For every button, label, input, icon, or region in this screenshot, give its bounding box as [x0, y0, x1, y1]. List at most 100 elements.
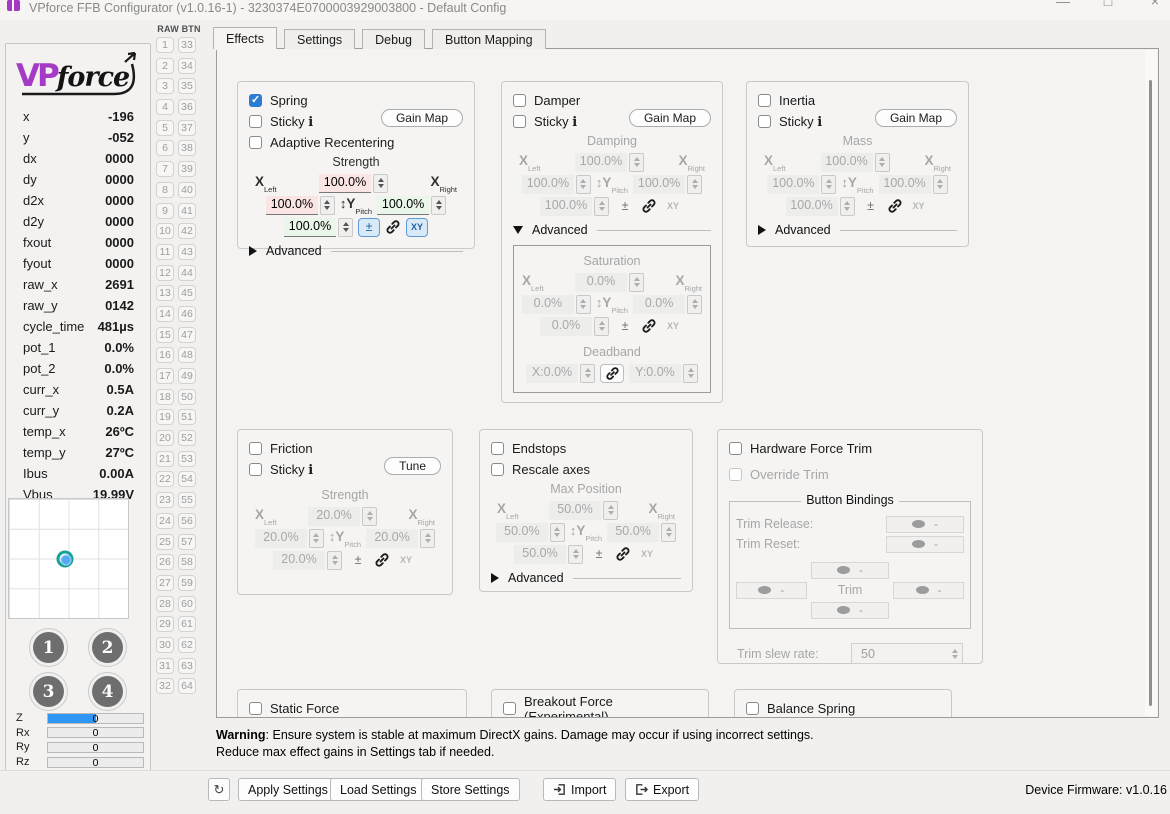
plus-minus-button[interactable]: ± — [614, 317, 636, 336]
tab-button-mapping[interactable]: Button Mapping — [432, 29, 546, 49]
endstops-top-spinner[interactable]: 50.0% — [549, 500, 618, 520]
spring-adaptive-row[interactable]: Adaptive Recentering — [249, 132, 463, 153]
rescale-axes-checkbox[interactable] — [491, 463, 504, 476]
spring-sticky-checkbox[interactable] — [249, 115, 262, 128]
xy-button[interactable]: XY — [908, 197, 930, 216]
spring-checkbox[interactable] — [249, 93, 262, 107]
damper-sticky-checkbox[interactable] — [513, 115, 526, 128]
rescale-axes-row[interactable]: Rescale axes — [491, 459, 681, 480]
scrollbar-thumb[interactable] — [1149, 80, 1152, 706]
endstops-advanced-toggle[interactable]: Advanced — [491, 569, 681, 587]
xy-button[interactable]: XY — [636, 545, 658, 564]
hw-trim-checkbox[interactable] — [729, 442, 742, 455]
endstops-right-spinner[interactable]: 50.0% — [607, 522, 677, 542]
endstops-left-spinner[interactable]: 50.0% — [495, 522, 565, 542]
spring-enable-row[interactable]: Spring — [249, 90, 463, 111]
spring-strength-top-spinner[interactable]: 100.0% — [319, 173, 388, 193]
maximize-icon[interactable]: □ — [1098, 0, 1118, 13]
trim-down-binding-button[interactable]: - — [811, 601, 889, 619]
plus-minus-button[interactable]: ± — [358, 217, 380, 237]
friction-right-spinner[interactable]: 20.0% — [366, 528, 436, 548]
plus-minus-button[interactable]: ± — [614, 197, 636, 216]
friction-top-spinner[interactable]: 20.0% — [308, 506, 377, 526]
xy-button[interactable]: XY — [662, 317, 684, 336]
override-trim-checkbox[interactable] — [729, 468, 742, 481]
deadband-x-spinner[interactable]: X:0.0% — [526, 363, 595, 383]
minimize-icon[interactable]: — — [1053, 0, 1073, 13]
trim-slew-spinner[interactable]: 50 — [851, 643, 963, 664]
damper-top-spinner[interactable]: 100.0% — [575, 152, 644, 172]
damper-checkbox[interactable] — [513, 94, 526, 107]
saturation-top-spinner[interactable]: 0.0% — [575, 272, 644, 292]
friction-bottom-spinner[interactable]: 20.0% — [273, 550, 342, 570]
spring-strength-left-spinner[interactable]: 100.0% — [265, 195, 335, 215]
spring-advanced-toggle[interactable]: Advanced — [249, 242, 463, 260]
xy-button[interactable]: XY — [662, 197, 684, 216]
xy-button[interactable]: XY — [406, 217, 428, 237]
spinner-arrows-icon[interactable] — [338, 217, 353, 237]
xy-button[interactable]: XY — [395, 551, 417, 570]
friction-checkbox[interactable] — [249, 442, 262, 455]
endstops-checkbox[interactable] — [491, 442, 504, 455]
damper-gain-map-button[interactable]: Gain Map — [628, 109, 711, 127]
friction-enable-row[interactable]: Friction — [249, 438, 441, 459]
tab-debug[interactable]: Debug — [362, 29, 425, 49]
deadband-link-button[interactable] — [600, 363, 624, 383]
balance-spring-row[interactable]: Balance Spring — [746, 698, 940, 717]
saturation-bottom-spinner[interactable]: 0.0% — [540, 316, 609, 336]
saturation-left-spinner[interactable]: 0.0% — [521, 294, 591, 314]
inertia-bottom-spinner[interactable]: 100.0% — [785, 196, 855, 216]
link-axes-icon[interactable] — [374, 552, 390, 568]
spring-strength-bottom-spinner[interactable]: 100.0% — [284, 217, 353, 237]
static-force-row[interactable]: Static Force — [249, 698, 455, 717]
store-settings-button[interactable]: Store Settings — [421, 778, 520, 801]
inertia-enable-row[interactable]: Inertia — [758, 90, 957, 111]
inertia-checkbox[interactable] — [758, 94, 771, 107]
plus-minus-button[interactable]: ± — [588, 545, 610, 564]
plus-minus-button[interactable]: ± — [860, 197, 882, 216]
inertia-gain-map-button[interactable]: Gain Map — [874, 109, 957, 127]
scrollbar-track[interactable] — [1145, 50, 1157, 716]
spinner-arrows-icon[interactable] — [431, 195, 447, 215]
damper-enable-row[interactable]: Damper — [513, 90, 711, 111]
spinner-arrows-icon[interactable] — [373, 173, 388, 193]
link-axes-icon[interactable] — [641, 198, 657, 214]
balance-spring-checkbox[interactable] — [746, 702, 759, 715]
inertia-left-spinner[interactable]: 100.0% — [767, 174, 837, 194]
trim-right-binding-button[interactable]: - — [893, 581, 965, 599]
breakout-force-row[interactable]: Breakout Force (Experimental) — [503, 694, 697, 717]
inertia-advanced-toggle[interactable]: Advanced — [758, 221, 957, 239]
close-icon[interactable]: × — [1145, 0, 1165, 13]
trim-left-binding-button[interactable]: - — [736, 581, 807, 599]
breakout-force-checkbox[interactable] — [503, 702, 516, 715]
inertia-top-spinner[interactable]: 100.0% — [820, 152, 890, 172]
damper-right-spinner[interactable]: 100.0% — [633, 174, 703, 194]
trim-reset-binding-button[interactable]: - — [886, 535, 964, 553]
damper-advanced-toggle[interactable]: Advanced — [513, 221, 711, 239]
deadband-y-spinner[interactable]: Y:0.0% — [629, 363, 698, 383]
friction-tune-button[interactable]: Tune — [384, 457, 441, 475]
spring-gain-map-button[interactable]: Gain Map — [380, 109, 463, 127]
link-axes-icon[interactable] — [385, 219, 401, 235]
link-axes-icon[interactable] — [641, 318, 657, 334]
spinner-arrows-icon[interactable] — [947, 644, 962, 663]
refresh-button[interactable]: ↻ — [208, 778, 230, 801]
load-settings-button[interactable]: Load Settings — [330, 778, 427, 801]
trim-release-binding-button[interactable]: - — [886, 515, 964, 533]
damper-left-spinner[interactable]: 100.0% — [521, 174, 591, 194]
spring-strength-right-spinner[interactable]: 100.0% — [377, 195, 447, 215]
endstops-bottom-spinner[interactable]: 50.0% — [514, 544, 583, 564]
tab-settings[interactable]: Settings — [283, 29, 356, 49]
link-axes-icon[interactable] — [615, 546, 631, 562]
apply-settings-button[interactable]: Apply Settings — [238, 778, 338, 801]
link-axes-icon[interactable] — [887, 198, 903, 214]
endstops-enable-row[interactable]: Endstops — [491, 438, 681, 459]
inertia-sticky-checkbox[interactable] — [758, 115, 771, 128]
saturation-right-spinner[interactable]: 0.0% — [633, 294, 703, 314]
tab-effects[interactable]: Effects — [213, 27, 277, 50]
plus-minus-button[interactable]: ± — [347, 551, 369, 570]
spinner-arrows-icon[interactable] — [319, 195, 335, 215]
friction-sticky-checkbox[interactable] — [249, 463, 262, 476]
static-force-checkbox[interactable] — [249, 702, 262, 715]
hw-trim-enable-row[interactable]: Hardware Force Trim — [729, 438, 971, 459]
